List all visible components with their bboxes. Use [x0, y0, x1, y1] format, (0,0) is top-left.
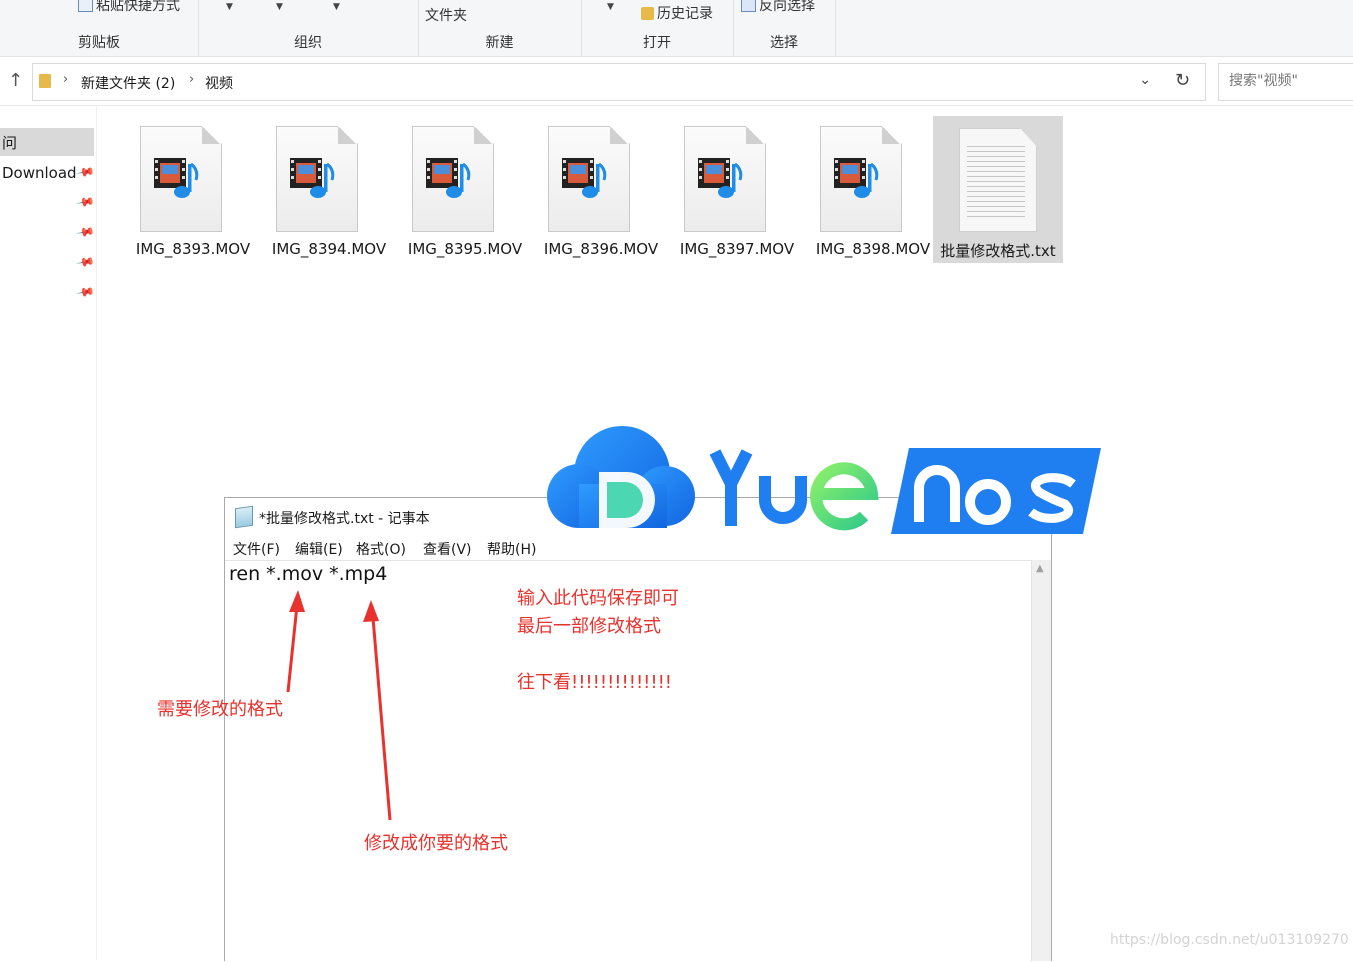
breadcrumb-videos[interactable]: 视频	[205, 73, 233, 93]
ribbon-group-label: 新建	[485, 35, 514, 51]
ribbon: 粘贴快捷方式 剪贴板 ▼ ▼ ▼ 组织 文件夹 新建 ▼ 历史记录 打开 反向选…	[0, 0, 1353, 57]
yuenos-logo	[547, 426, 1101, 534]
chevron-right-icon[interactable]: ›	[63, 72, 68, 87]
text-lines-icon	[967, 146, 1025, 218]
video-file-icon	[154, 158, 199, 198]
file-item[interactable]: IMG_8393.MOV	[126, 116, 260, 263]
video-file-icon	[426, 158, 471, 198]
menu-file[interactable]: 文件(F)	[233, 539, 280, 559]
video-file-icon	[834, 158, 879, 198]
page-fold-icon	[610, 126, 628, 144]
paste-shortcut-button[interactable]: 粘贴快捷方式	[78, 0, 180, 15]
window-title: *批量修改格式.txt - 记事本	[259, 511, 430, 527]
refresh-icon: ↻	[1175, 70, 1191, 91]
chevron-down-icon[interactable]: ⌄	[1139, 72, 1151, 88]
page-fold-icon	[202, 126, 220, 144]
pin-icon[interactable]: 📌	[75, 222, 95, 242]
nav-item-quick-access[interactable]: 问	[0, 128, 94, 156]
file-item[interactable]: IMG_8394.MOV	[262, 116, 396, 263]
page-fold-icon	[474, 126, 492, 144]
watermark-text: https://blog.csdn.net/u013109270	[1110, 932, 1349, 948]
chevron-right-icon[interactable]: ›	[189, 72, 194, 87]
notepad-icon	[235, 505, 253, 529]
rename-caret-icon[interactable]: ▼	[333, 2, 340, 12]
nav-item-label: 问	[2, 134, 18, 152]
video-file-icon	[290, 158, 335, 198]
ribbon-group-open: ▼ 历史记录 打开	[581, 0, 734, 56]
menu-edit[interactable]: 编辑(E)	[295, 539, 343, 559]
ribbon-group-clipboard: 粘贴快捷方式 剪贴板	[0, 0, 199, 56]
new-folder-button[interactable]: 文件夹	[425, 5, 467, 25]
editor-content[interactable]: ren *.mov *.mp4	[229, 563, 387, 585]
file-item[interactable]: IMG_8395.MOV	[398, 116, 532, 263]
menu-help[interactable]: 帮助(H)	[487, 539, 536, 559]
annotation-change-to: 修改成你要的格式	[364, 833, 508, 854]
file-name: IMG_8397.MOV	[679, 240, 795, 258]
file-name: IMG_8395.MOV	[407, 240, 523, 258]
invert-selection-button[interactable]: 反向选择	[741, 0, 815, 15]
ribbon-group-label: 剪贴板	[78, 35, 120, 51]
history-button[interactable]: 历史记录	[641, 3, 713, 23]
annotation-note-read-on: 往下看!!!!!!!!!!!!!!	[517, 672, 673, 693]
pin-icon[interactable]: 📌	[75, 252, 95, 272]
ribbon-group-label: 选择	[770, 35, 798, 51]
up-arrow-icon[interactable]: ↑	[8, 70, 23, 91]
pin-icon[interactable]: 📌	[75, 192, 95, 212]
annotation-note-save: 输入此代码保存即可	[517, 588, 679, 609]
file-item[interactable]: IMG_8396.MOV	[534, 116, 668, 263]
ribbon-group-organize: ▼ ▼ ▼ 组织	[198, 0, 419, 56]
breadcrumb-new-folder[interactable]: 新建文件夹 (2)	[81, 73, 175, 93]
ribbon-group-select: 反向选择 选择	[733, 0, 836, 56]
paste-shortcut-icon	[78, 0, 93, 12]
ribbon-group-label: 组织	[294, 35, 322, 51]
ribbon-group-label: 打开	[643, 35, 671, 51]
vertical-scrollbar[interactable]: ▲	[1031, 560, 1051, 961]
page-fold-icon	[746, 126, 764, 144]
menu-view[interactable]: 查看(V)	[423, 539, 472, 559]
notepad-window: *批量修改格式.txt - 记事本 文件(F) 编辑(E) 格式(O) 查看(V…	[224, 497, 1052, 961]
folder-icon	[39, 74, 51, 88]
video-file-icon	[698, 158, 743, 198]
search-input[interactable]	[1227, 72, 1353, 90]
menu-bar: 文件(F) 编辑(E) 格式(O) 查看(V) 帮助(H)	[225, 536, 1051, 560]
pin-icon[interactable]: 📌	[75, 162, 95, 182]
address-row: ↑ › 新建文件夹 (2) › 视频 ⌄ ↻	[0, 57, 1353, 106]
move-to-caret-icon[interactable]: ▼	[226, 2, 233, 12]
annotation-note-last-step: 最后一部修改格式	[517, 616, 661, 637]
invert-selection-icon	[741, 0, 756, 12]
pin-icon[interactable]: 📌	[75, 282, 95, 302]
file-name: IMG_8396.MOV	[543, 240, 659, 258]
chevron-up-icon[interactable]: ▲	[1036, 563, 1044, 574]
page-fold-icon	[882, 126, 900, 144]
annotation-format-to-change: 需要修改的格式	[157, 699, 283, 720]
ribbon-group-new: 文件夹 新建	[418, 0, 582, 56]
refresh-button[interactable]: ↻	[1163, 63, 1206, 101]
navigation-pane: 问 Download 📌 📌 📌 📌 📌	[0, 106, 97, 960]
address-bar[interactable]: › 新建文件夹 (2) › 视频 ⌄	[32, 63, 1164, 101]
file-name: IMG_8393.MOV	[135, 240, 251, 258]
file-name: IMG_8394.MOV	[271, 240, 387, 258]
video-file-icon	[562, 158, 607, 198]
file-item[interactable]: IMG_8398.MOV	[806, 116, 940, 263]
file-item-selected[interactable]: 批量修改格式.txt	[933, 116, 1063, 263]
file-name: 批量修改格式.txt	[940, 242, 1056, 260]
page-fold-icon	[338, 126, 356, 144]
open-caret-icon[interactable]: ▼	[607, 2, 614, 12]
file-name: IMG_8398.MOV	[815, 240, 931, 258]
nav-item-download[interactable]: Download	[2, 164, 77, 182]
menu-format[interactable]: 格式(O)	[356, 539, 406, 559]
copy-to-caret-icon[interactable]: ▼	[276, 2, 283, 12]
file-item[interactable]: IMG_8397.MOV	[670, 116, 804, 263]
search-box[interactable]	[1218, 63, 1353, 101]
history-icon	[641, 7, 654, 20]
